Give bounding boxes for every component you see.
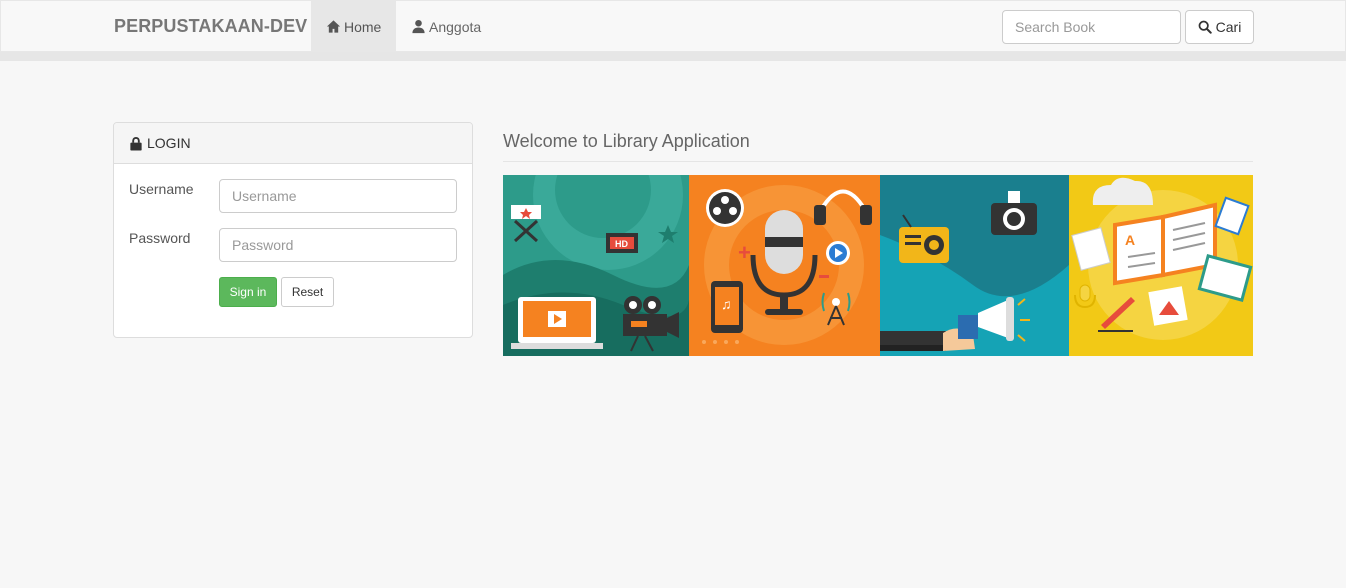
nav-item-anggota[interactable]: Anggota — [396, 1, 501, 52]
login-title: LOGIN — [147, 135, 191, 151]
navbar-shadow — [0, 52, 1346, 61]
nav-item-home[interactable]: Home — [311, 1, 396, 52]
welcome-divider — [503, 161, 1253, 162]
banner-hd-badge: HD — [615, 239, 628, 249]
search-button[interactable]: Cari — [1185, 10, 1254, 44]
password-label: Password — [129, 230, 191, 246]
username-field[interactable] — [219, 179, 457, 213]
user-icon — [412, 19, 425, 34]
svg-text:A: A — [1125, 232, 1135, 248]
nav-item-anggota-label: Anggota — [429, 18, 482, 35]
home-icon — [326, 20, 341, 33]
search-icon — [1198, 20, 1212, 34]
banner-book-panel: A — [1069, 175, 1253, 356]
banner-audio-panel: + ♫ — [689, 175, 880, 356]
login-panel-heading: LOGIN — [114, 123, 472, 164]
sign-in-button[interactable]: Sign in — [219, 277, 277, 307]
lock-icon — [130, 136, 142, 151]
banner-media-panel — [880, 175, 1069, 356]
banner-video-panel: HD — [503, 175, 689, 356]
svg-text:+: + — [738, 240, 751, 265]
password-field[interactable] — [219, 228, 457, 262]
svg-text:♫: ♫ — [721, 296, 732, 312]
search-button-label: Cari — [1215, 19, 1242, 35]
nav-item-home-label: Home — [344, 18, 382, 35]
search-input[interactable] — [1002, 10, 1181, 44]
username-label: Username — [129, 181, 194, 197]
login-panel: LOGIN Username Password Sign in Reset — [113, 122, 473, 338]
welcome-title: Welcome to Library Application — [503, 131, 750, 151]
navbar: PERPUSTAKAAN-DEV Home Anggota Cari — [0, 0, 1346, 52]
reset-button[interactable]: Reset — [281, 277, 334, 307]
library-banner-image: HD + ♫ A — [503, 175, 1253, 356]
brand-logo-text[interactable]: PERPUSTAKAAN-DEV — [114, 16, 307, 37]
